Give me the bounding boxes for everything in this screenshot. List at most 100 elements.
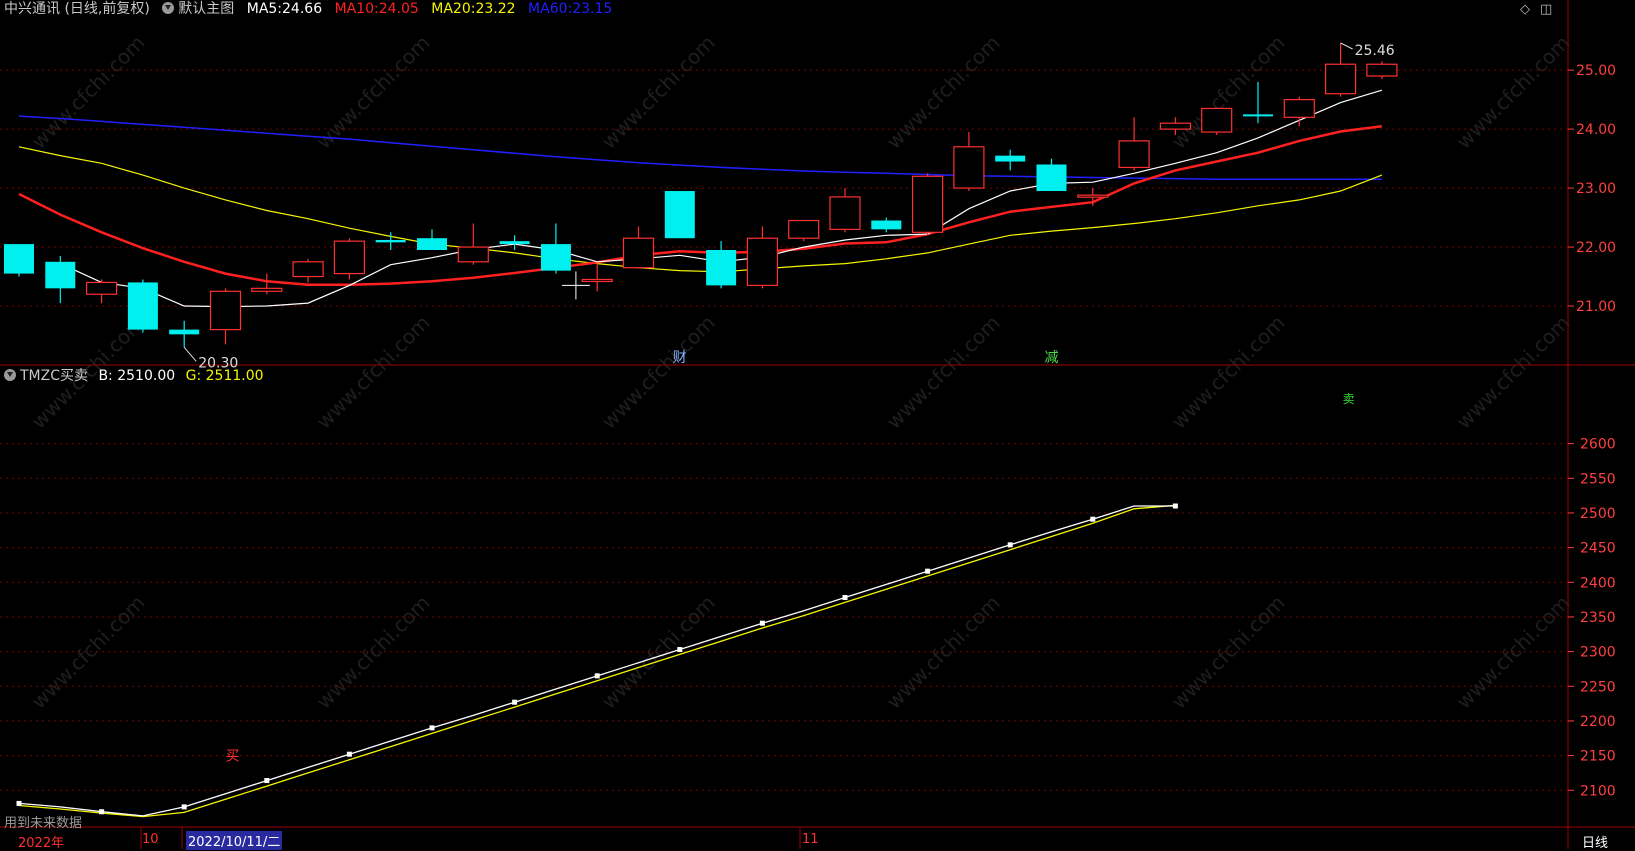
candle: [169, 320, 200, 348]
high-marker-label: 25.46: [1355, 43, 1395, 59]
candle-body: [540, 244, 571, 271]
candle: [581, 264, 613, 292]
candle: [746, 226, 779, 289]
candle-body: [911, 175, 944, 233]
b-series-point: [759, 620, 765, 626]
candle-body: [995, 155, 1026, 162]
ma20-value: 23.22: [475, 1, 516, 17]
year-label: 2022年: [18, 836, 65, 851]
candle: [1324, 43, 1357, 97]
high-marker-arrow: [1340, 42, 1353, 50]
maximize-icon[interactable]: ◫: [1540, 2, 1552, 17]
watermark-text: www.cfchi.com: [27, 591, 150, 714]
candle: [85, 279, 118, 304]
ma10-value: 24.05: [378, 1, 419, 17]
b-series-point: [1090, 516, 1096, 522]
candle-body: [1077, 194, 1109, 198]
b-series-point: [181, 804, 187, 810]
b-series-point: [594, 673, 600, 679]
candle-body: [829, 196, 861, 230]
event-jian-label: 减: [1045, 350, 1059, 366]
sell-signal-label: 卖: [1343, 392, 1355, 406]
candle: [953, 132, 985, 192]
period-tab[interactable]: 日线: [1582, 832, 1608, 851]
candle: [829, 188, 861, 233]
sub-tick-label: 2200: [1580, 714, 1616, 730]
candle: [457, 223, 489, 265]
g-value: 2511.00: [205, 368, 264, 384]
indicator-name[interactable]: TMZC买卖: [20, 368, 88, 384]
watermark-text: www.cfchi.com: [597, 591, 720, 714]
sub-tick-label: 2250: [1580, 679, 1616, 695]
stock-title: 中兴通讯 (日线,前复权): [4, 1, 150, 17]
candle: [251, 273, 283, 295]
b-series-point: [264, 778, 270, 784]
ma5-value: 24.66: [282, 1, 323, 17]
b-series-point: [677, 647, 683, 653]
candle: [664, 191, 695, 239]
b-series-point: [16, 800, 22, 806]
candle-body: [45, 261, 76, 289]
diamond-icon[interactable]: ◇: [1520, 2, 1530, 17]
watermark-text: www.cfchi.com: [312, 311, 435, 434]
b-series-point: [429, 725, 435, 731]
candle-body: [4, 244, 34, 274]
candle: [788, 219, 820, 242]
buy-signal-label: 买: [226, 748, 240, 764]
candle-body: [1201, 107, 1233, 133]
b-series-point: [99, 809, 105, 815]
candle: [292, 258, 324, 283]
candle-body: [333, 240, 365, 275]
month11-label: 11: [802, 832, 819, 847]
g-series-line: [18, 504, 1176, 818]
candle-body: [1036, 164, 1067, 192]
sub-tick-label: 2100: [1580, 783, 1616, 799]
sub-tick-label: 2400: [1580, 575, 1616, 591]
candle-body: [1366, 63, 1398, 77]
candle: [45, 255, 76, 304]
candle-body: [664, 191, 695, 239]
candle: [127, 279, 158, 333]
candle-body: [746, 237, 779, 286]
ma10-line: [18, 124, 1383, 287]
g-label: G:: [185, 368, 202, 384]
stock-chart[interactable]: www.cfchi.com www.cfchi.com www.cfchi.com w…: [0, 0, 1635, 849]
candle: [706, 241, 737, 289]
candle-body: [85, 281, 118, 295]
indicator-dropdown-icon[interactable]: [4, 369, 16, 381]
watermark-text: www.cfchi.com: [312, 31, 435, 154]
candle-body: [1159, 122, 1192, 130]
candle-body: [871, 220, 902, 230]
template-name[interactable]: 默认主图: [178, 1, 234, 17]
candle-body: [1243, 114, 1273, 117]
candle: [622, 226, 655, 269]
sub-tick-label: 2150: [1580, 749, 1616, 765]
candle-body: [1118, 140, 1150, 169]
candle-body: [953, 146, 985, 189]
candle-body: [292, 261, 324, 278]
cursor-date-label: 2022/10/11/二: [186, 831, 283, 850]
low-marker-arrow: [183, 346, 197, 362]
b-series-point: [1007, 542, 1013, 548]
template-dropdown-icon[interactable]: [162, 2, 175, 14]
candle: [4, 244, 34, 277]
main-tick-label: 24.00: [1576, 122, 1616, 138]
candle: [871, 217, 902, 233]
main-tick-label: 23.00: [1576, 181, 1616, 197]
ma10-label: MA10:: [334, 1, 379, 17]
ma60-value: 23.15: [572, 1, 613, 17]
ma5-label: MA5:: [246, 1, 283, 17]
b-value: 2510.00: [117, 368, 176, 384]
candle-body: [788, 219, 820, 239]
candle-body: [1324, 63, 1357, 95]
candle: [1118, 117, 1150, 171]
candle: [209, 288, 242, 345]
watermark-text: www.cfchi.com: [1452, 311, 1575, 434]
main-panel-header: 中兴通讯 (日线,前复权) 默认主图 MA5:24.66 MA10:24.05 …: [4, 0, 612, 18]
candle-body: [1283, 99, 1315, 118]
sub-tick-label: 2350: [1580, 610, 1616, 626]
candle-body: [499, 241, 530, 245]
watermark-text: www.cfchi.com: [1167, 311, 1290, 434]
sub-tick-label: 2600: [1580, 437, 1616, 453]
sub-tick-label: 2300: [1580, 645, 1616, 661]
